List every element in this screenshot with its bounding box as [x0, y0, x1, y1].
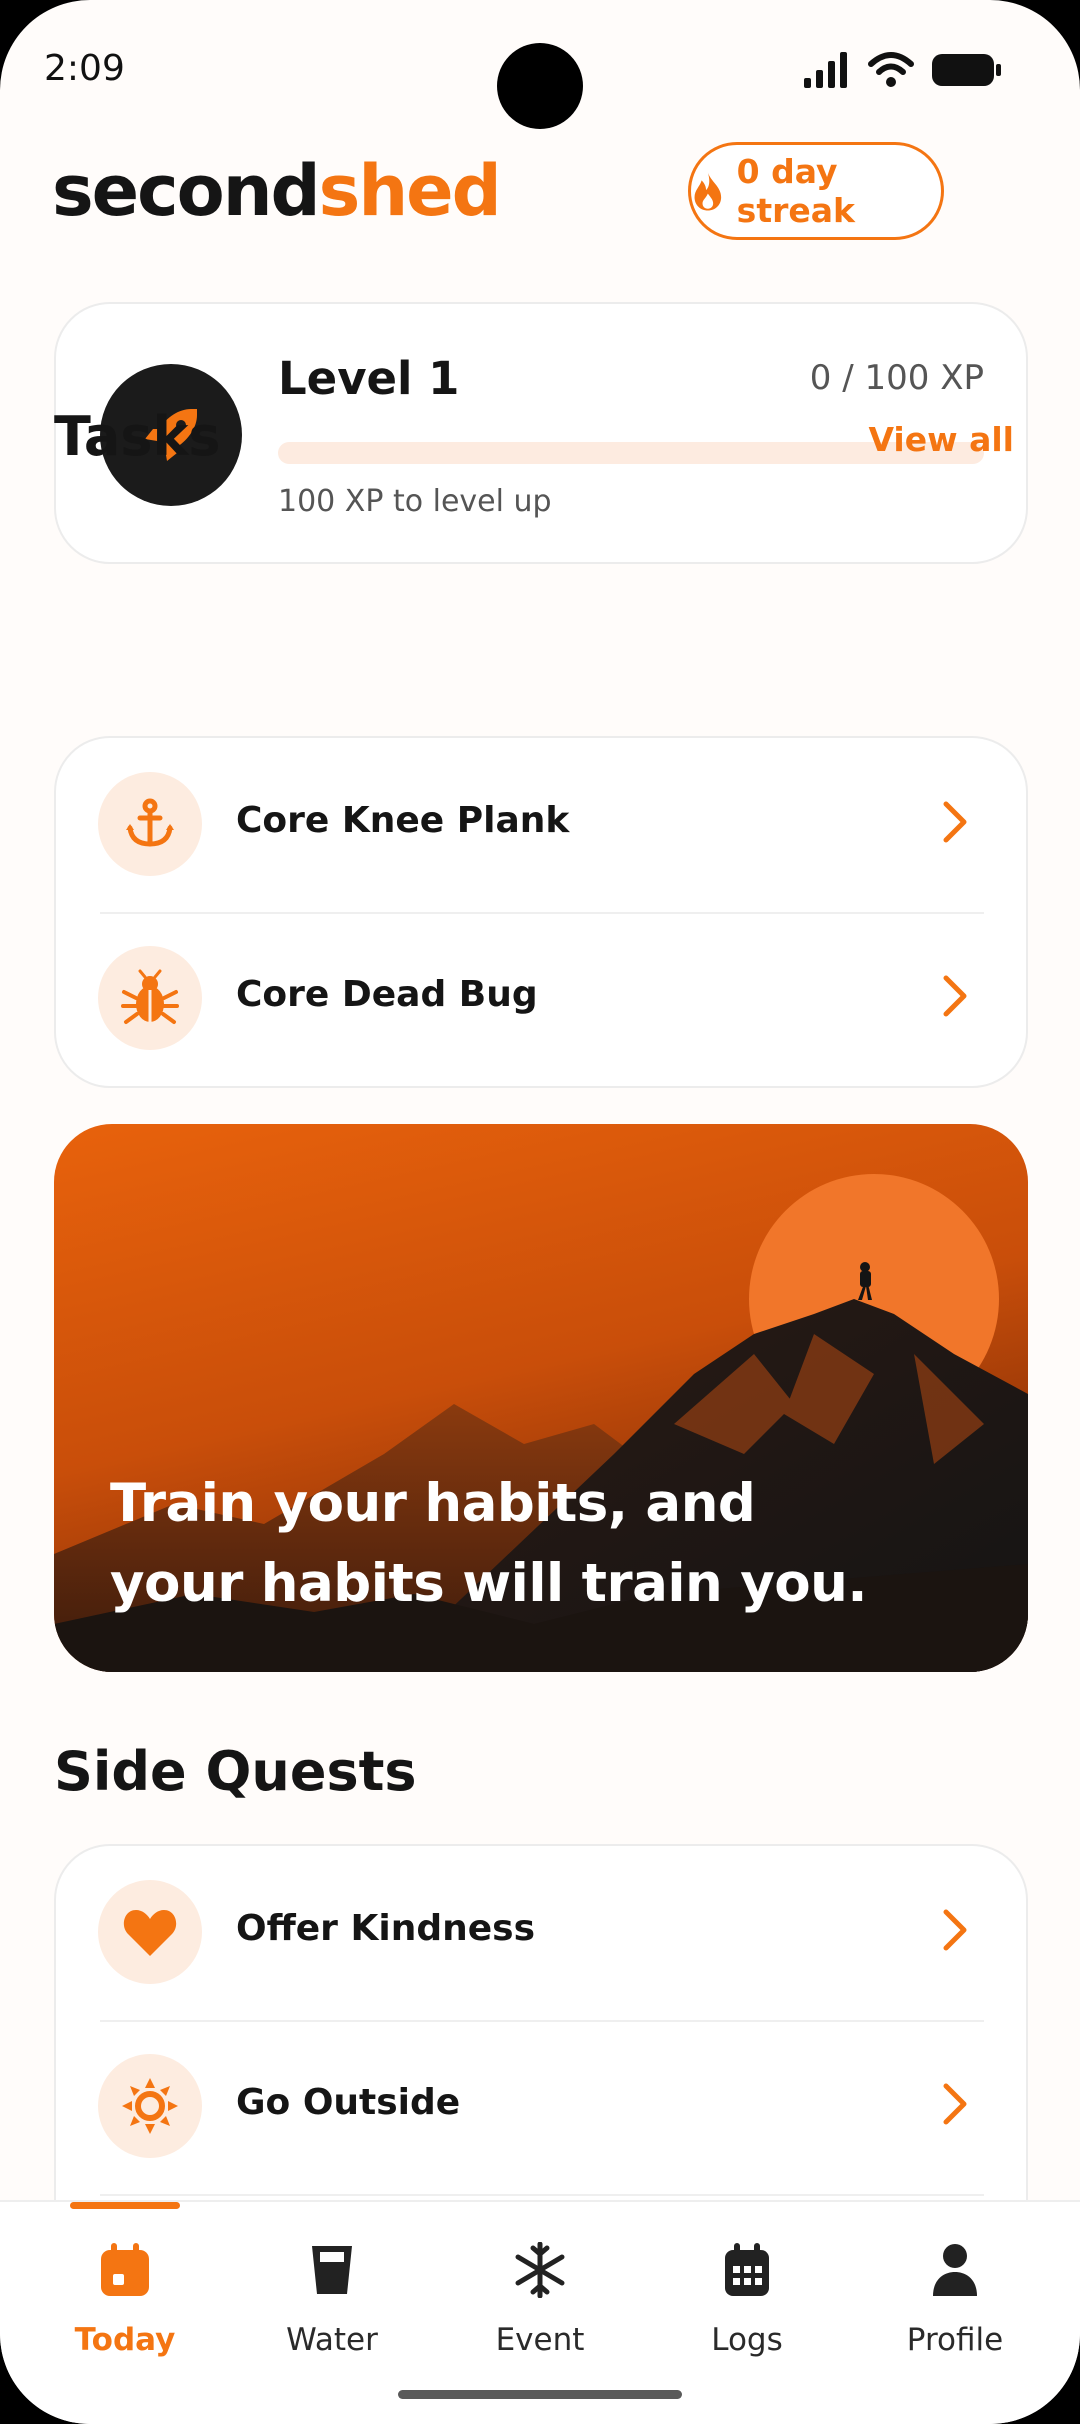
flame-icon [694, 172, 722, 211]
chevron-right-icon [943, 2083, 967, 2125]
level-xp: 0 / 100 XP [809, 358, 984, 398]
side-quest-icon-circle [98, 1880, 202, 1984]
side-quest-label: Go Outside [236, 2082, 461, 2123]
banner-quote-line-1: Train your habits, and [110, 1473, 756, 1534]
home-indicator[interactable] [398, 2390, 682, 2399]
battery-icon [932, 54, 1001, 86]
side-quest-icon-circle [98, 2054, 202, 2158]
front-camera [497, 43, 583, 129]
nav-label: Logs [711, 2322, 783, 2358]
task-label: Core Knee Plank [236, 800, 570, 841]
task-label: Core Dead Bug [236, 974, 538, 1015]
nav-event[interactable]: Event [450, 2242, 630, 2382]
task-icon-circle [98, 946, 202, 1050]
status-time: 2:09 [44, 48, 125, 89]
nav-today[interactable]: Today [35, 2242, 215, 2382]
system-icons [804, 52, 1004, 92]
person-icon [933, 2244, 977, 2296]
streak-badge[interactable]: 0 day streak [688, 142, 944, 240]
task-row[interactable]: Core Dead Bug [56, 912, 1026, 1084]
divider [100, 2194, 984, 2196]
brand-part-1: second [52, 150, 321, 232]
tasks-title: Tasks [54, 405, 221, 468]
banner-quote-line-2: your habits will train you. [110, 1553, 868, 1614]
snowflake-icon [515, 2242, 565, 2298]
calendar-grid-icon [725, 2243, 769, 2296]
nav-logs[interactable]: Logs [657, 2242, 837, 2382]
nav-profile[interactable]: Profile [865, 2242, 1045, 2382]
chevron-right-icon [943, 975, 967, 1017]
side-quest-label: Offer Kindness [236, 1908, 536, 1949]
motivation-banner: Train your habits, and your habits will … [54, 1124, 1028, 1672]
brand-logo: secondshed [52, 150, 502, 232]
nav-label: Event [495, 2322, 585, 2358]
view-all-link[interactable]: View all [868, 420, 1014, 459]
cellular-signal-icon [804, 52, 847, 88]
tasks-card: Core Knee Plank Core Dead Bug [54, 736, 1028, 1088]
wifi-icon [868, 52, 914, 87]
side-quest-row[interactable]: Go Outside [56, 2020, 1026, 2192]
chevron-right-icon [943, 1909, 967, 1951]
nav-label: Profile [906, 2322, 1004, 2358]
status-bar: 2:09 [0, 0, 1080, 140]
task-row[interactable]: Core Knee Plank [56, 738, 1026, 910]
level-subtitle: 100 XP to level up [278, 484, 552, 519]
banner-quote: Train your habits, and your habits will … [110, 1464, 970, 1624]
brand-part-2: shed [318, 150, 502, 232]
streak-label: 0 day streak [736, 152, 855, 230]
heart-icon [123, 1910, 177, 1956]
chevron-right-icon [943, 801, 967, 843]
nav-label: Water [286, 2322, 378, 2358]
task-icon-circle [98, 772, 202, 876]
water-glass-icon [312, 2246, 352, 2294]
level-title: Level 1 [278, 352, 460, 405]
app-screen: 2:09 secondshed 0 day streak Level 1 0 /… [0, 0, 1080, 2424]
side-quests-title: Side Quests [54, 1740, 417, 1803]
sun-icon [122, 2078, 178, 2134]
nav-water[interactable]: Water [242, 2242, 422, 2382]
side-quest-row[interactable]: Offer Kindness [56, 1846, 1026, 2018]
bug-icon [121, 969, 179, 1024]
calendar-day-icon [101, 2243, 149, 2296]
nav-label: Today [74, 2322, 176, 2358]
nav-active-indicator [70, 2202, 180, 2209]
anchor-icon [126, 798, 174, 847]
